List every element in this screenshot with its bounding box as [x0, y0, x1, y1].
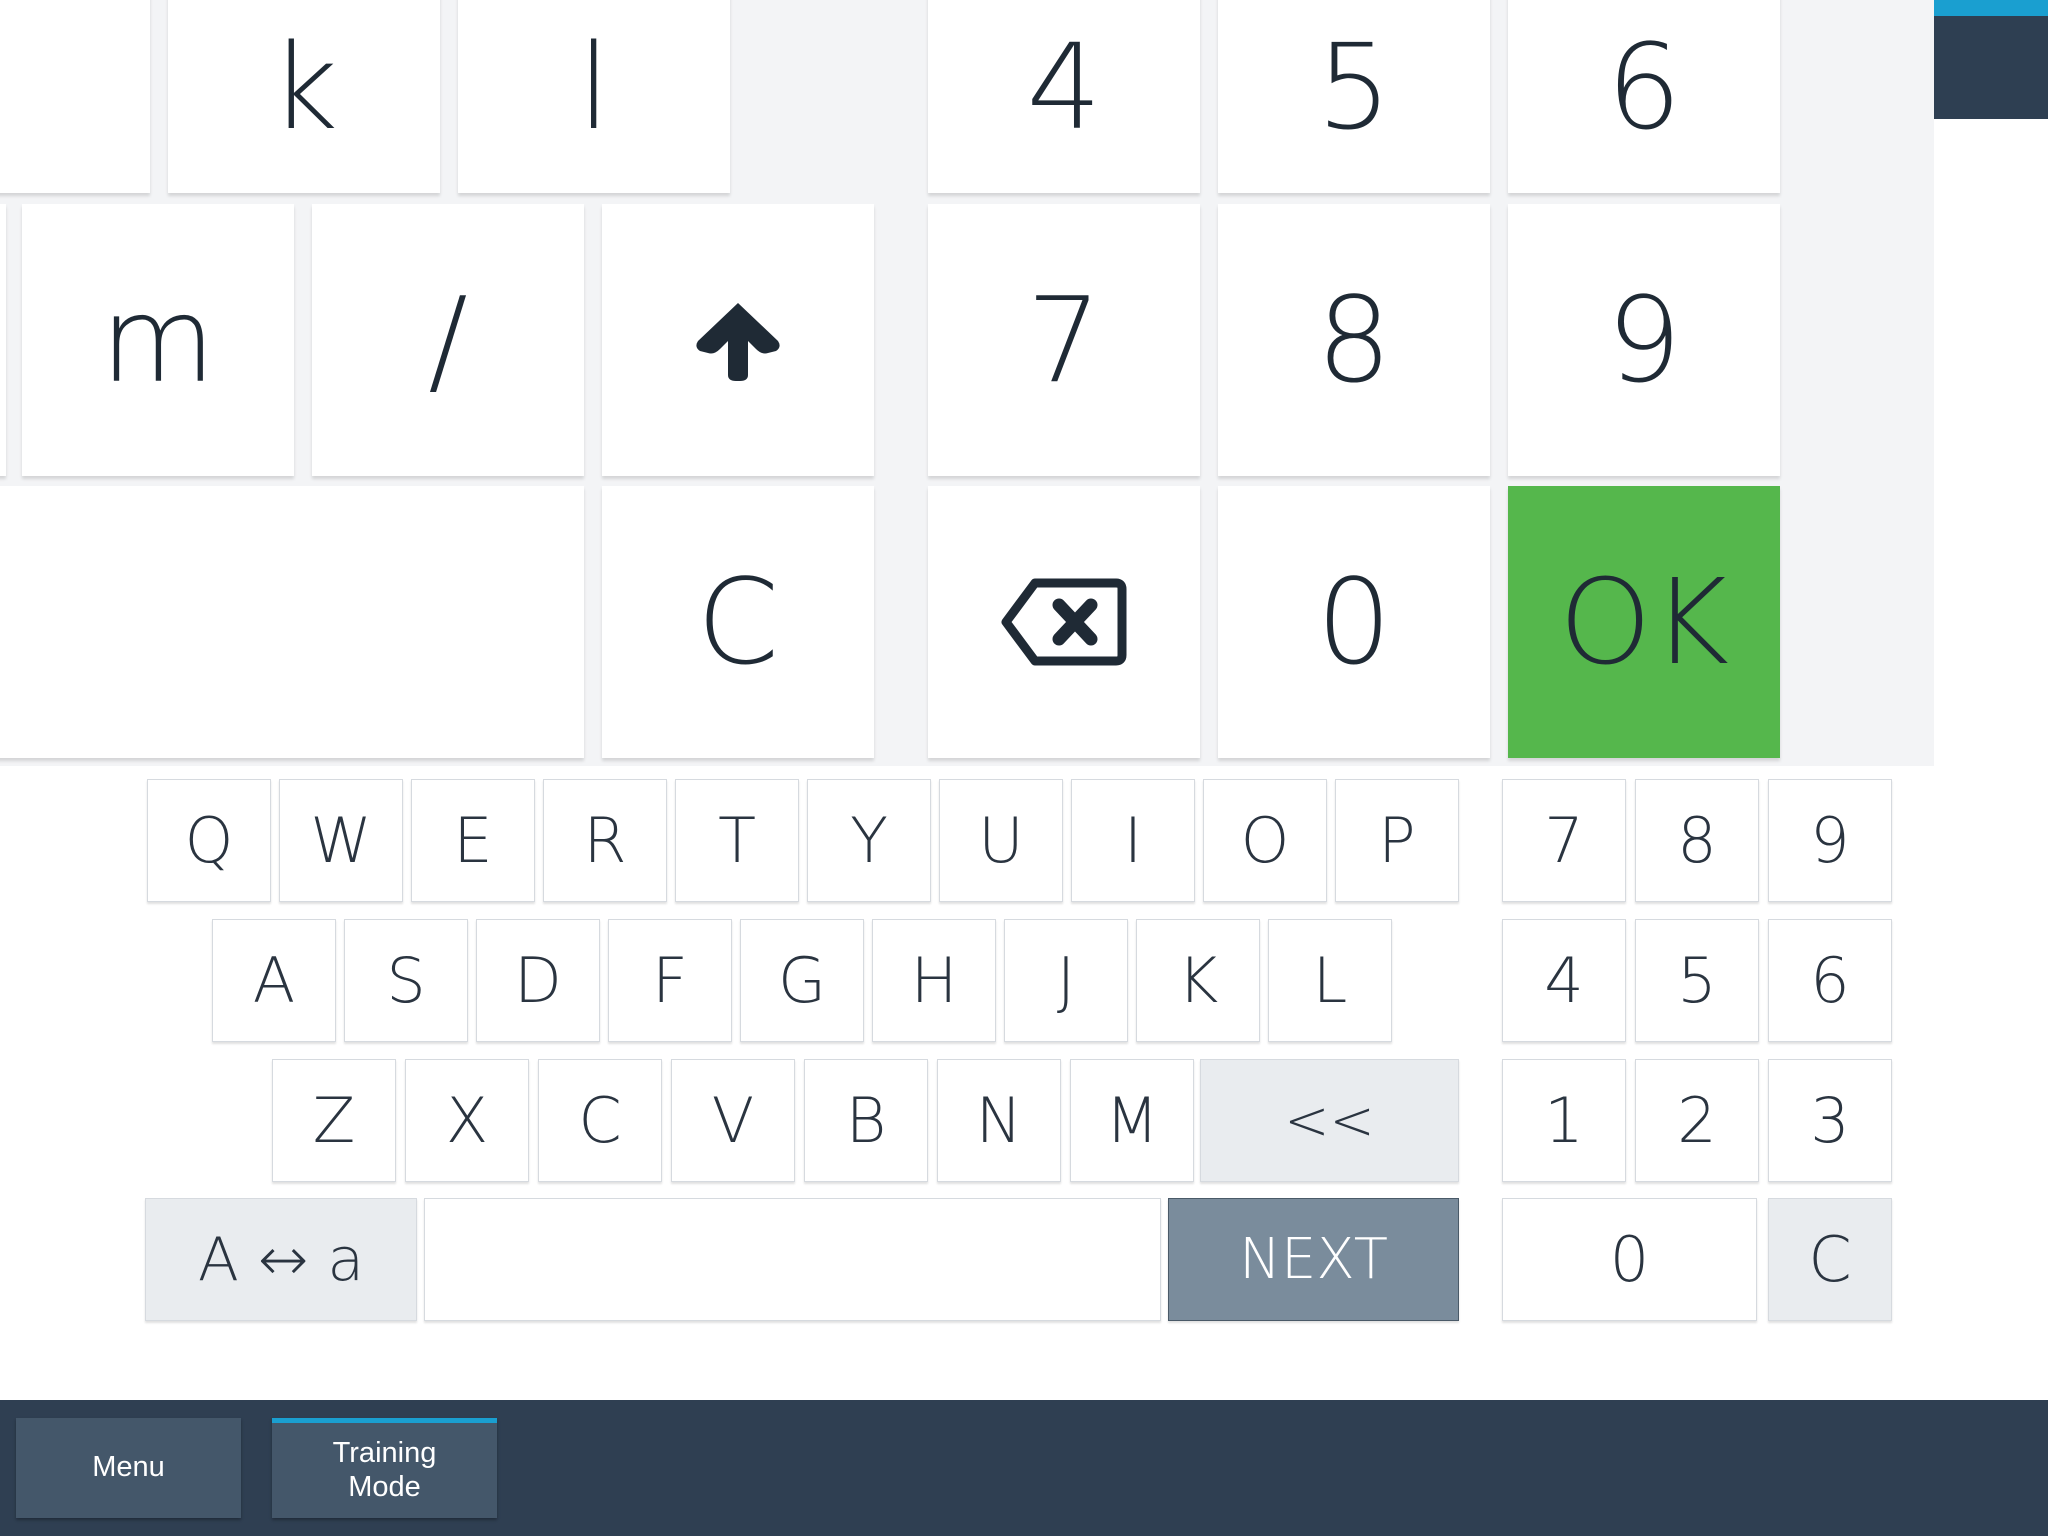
numpad-key-6[interactable]: 6 [1768, 919, 1892, 1042]
numpad-key-2[interactable]: 2 [1635, 1059, 1759, 1182]
space-key-large[interactable] [0, 486, 584, 758]
shift-button[interactable] [602, 204, 874, 476]
key-o[interactable]: O [1203, 779, 1327, 902]
numpad-key-1[interactable]: 1 [1502, 1059, 1626, 1182]
key-p[interactable]: P [1335, 779, 1459, 902]
key-b[interactable]: B [804, 1059, 928, 1182]
key-7[interactable]: 7 [928, 204, 1200, 476]
key-f[interactable]: F [608, 919, 732, 1042]
key-5[interactable]: 5 [1218, 0, 1490, 193]
key-partial[interactable] [0, 204, 6, 476]
key-y[interactable]: Y [807, 779, 931, 902]
key-a[interactable]: A [212, 919, 336, 1042]
space-bar[interactable] [424, 1198, 1161, 1321]
clear-button-large[interactable]: C [602, 486, 874, 758]
key-6[interactable]: 6 [1508, 0, 1780, 193]
key-m-small[interactable]: M [1070, 1059, 1194, 1182]
numpad-key-5[interactable]: 5 [1635, 919, 1759, 1042]
key-x[interactable]: X [405, 1059, 529, 1182]
backspace-icon [1001, 578, 1127, 666]
key-8[interactable]: 8 [1218, 204, 1490, 476]
key-r[interactable]: R [543, 779, 667, 902]
key-l[interactable]: l [458, 0, 730, 193]
key-s[interactable]: S [344, 919, 468, 1042]
key-i[interactable]: I [1071, 779, 1195, 902]
key-d[interactable]: D [476, 919, 600, 1042]
numpad-clear-button[interactable]: C [1768, 1198, 1892, 1321]
key-k[interactable]: k [168, 0, 440, 193]
key-9[interactable]: 9 [1508, 204, 1780, 476]
training-mode-button[interactable]: Training Mode [272, 1418, 497, 1518]
next-button[interactable]: NEXT [1168, 1198, 1459, 1321]
key-e[interactable]: E [411, 779, 535, 902]
back-button[interactable]: << [1200, 1059, 1459, 1182]
key-h[interactable]: H [872, 919, 996, 1042]
numpad-key-4[interactable]: 4 [1502, 919, 1626, 1042]
ok-button[interactable]: OK [1508, 486, 1780, 758]
numpad-key-9[interactable]: 9 [1768, 779, 1892, 902]
key-v[interactable]: V [671, 1059, 795, 1182]
numpad-key-3[interactable]: 3 [1768, 1059, 1892, 1182]
key-t[interactable]: T [675, 779, 799, 902]
top-right-dark-block [1934, 16, 2048, 119]
key-u[interactable]: U [939, 779, 1063, 902]
key-q[interactable]: Q [147, 779, 271, 902]
key-g[interactable]: G [740, 919, 864, 1042]
backspace-button[interactable] [928, 486, 1200, 758]
key-l-small[interactable]: L [1268, 919, 1392, 1042]
case-toggle-button[interactable]: A ↔ a [145, 1198, 417, 1321]
key-j-small[interactable]: J [1004, 919, 1128, 1042]
key-j[interactable]: j [0, 0, 150, 193]
key-slash[interactable]: / [312, 204, 584, 476]
key-4[interactable]: 4 [928, 0, 1200, 193]
key-n[interactable]: N [937, 1059, 1061, 1182]
top-accent-strip [1934, 0, 2048, 16]
key-k-small[interactable]: K [1136, 919, 1260, 1042]
key-m[interactable]: m [22, 204, 294, 476]
numpad-key-0[interactable]: 0 [1502, 1198, 1757, 1321]
numpad-key-8[interactable]: 8 [1635, 779, 1759, 902]
key-c[interactable]: C [538, 1059, 662, 1182]
arrow-up-icon [696, 303, 780, 381]
numpad-key-7[interactable]: 7 [1502, 779, 1626, 902]
key-w[interactable]: W [279, 779, 403, 902]
key-z[interactable]: Z [272, 1059, 396, 1182]
menu-button[interactable]: Menu [16, 1418, 241, 1518]
key-0-large[interactable]: 0 [1218, 486, 1490, 758]
